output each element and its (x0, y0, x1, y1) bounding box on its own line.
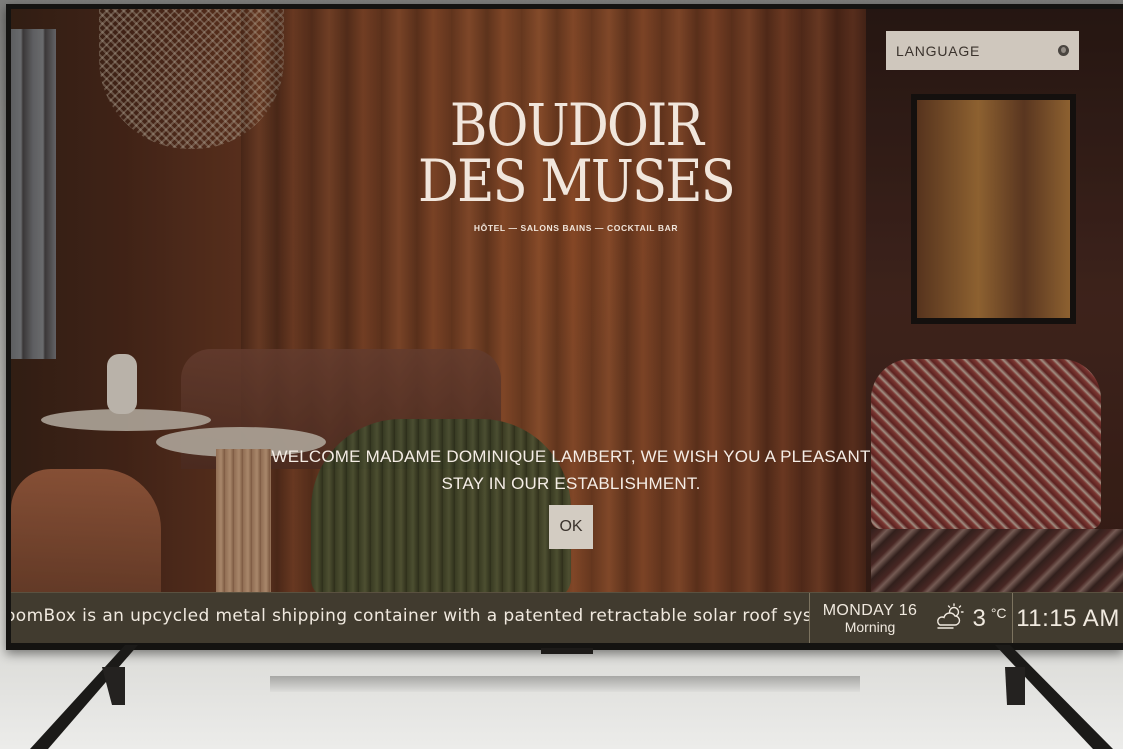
logo-subtitle: HÔTEL — SALONS BAINS — COCKTAIL BAR (473, 223, 679, 233)
ticker-text: oomBox is an upcycled metal shipping con… (11, 606, 809, 626)
date-display: MONDAY 16 Morning (810, 602, 930, 636)
welcome-message: WELCOME MADAME DOMINIQUE LAMBERT, WE WIS… (271, 447, 871, 493)
tv-stand-right-leg (995, 645, 1113, 749)
tv-stand-neck (541, 648, 593, 654)
tv-screen: BOUDOIR DES MUSES HÔTEL — SALONS BAINS —… (11, 9, 1123, 643)
language-selector[interactable]: LANGUAGE (886, 31, 1079, 70)
weather-display: 3 °C (930, 603, 1012, 634)
time-of-day-text: Morning (844, 618, 896, 635)
tv-frame: BOUDOIR DES MUSES HÔTEL — SALONS BAINS —… (6, 4, 1123, 650)
ok-button[interactable]: OK (549, 505, 593, 549)
temperature-unit: °C (990, 604, 1007, 621)
globe-icon (1058, 45, 1069, 56)
news-ticker: oomBox is an upcycled metal shipping con… (11, 593, 809, 643)
clock: 11:15 AM (1016, 604, 1120, 632)
logo-line-2: DES MUSES (417, 147, 736, 215)
info-bar: oomBox is an upcycled metal shipping con… (11, 592, 1123, 643)
date-text: MONDAY 16 (822, 601, 918, 619)
tv-stand-left-leg (30, 645, 138, 749)
partly-cloudy-sun-icon (935, 603, 967, 634)
stand-reflection (270, 676, 860, 692)
hotel-logo: BOUDOIR DES MUSES HÔTEL — SALONS BAINS —… (341, 91, 811, 233)
language-label: LANGUAGE (896, 42, 981, 59)
temperature-value: 3 (972, 604, 986, 632)
logo-line-1: BOUDOIR (449, 91, 704, 159)
